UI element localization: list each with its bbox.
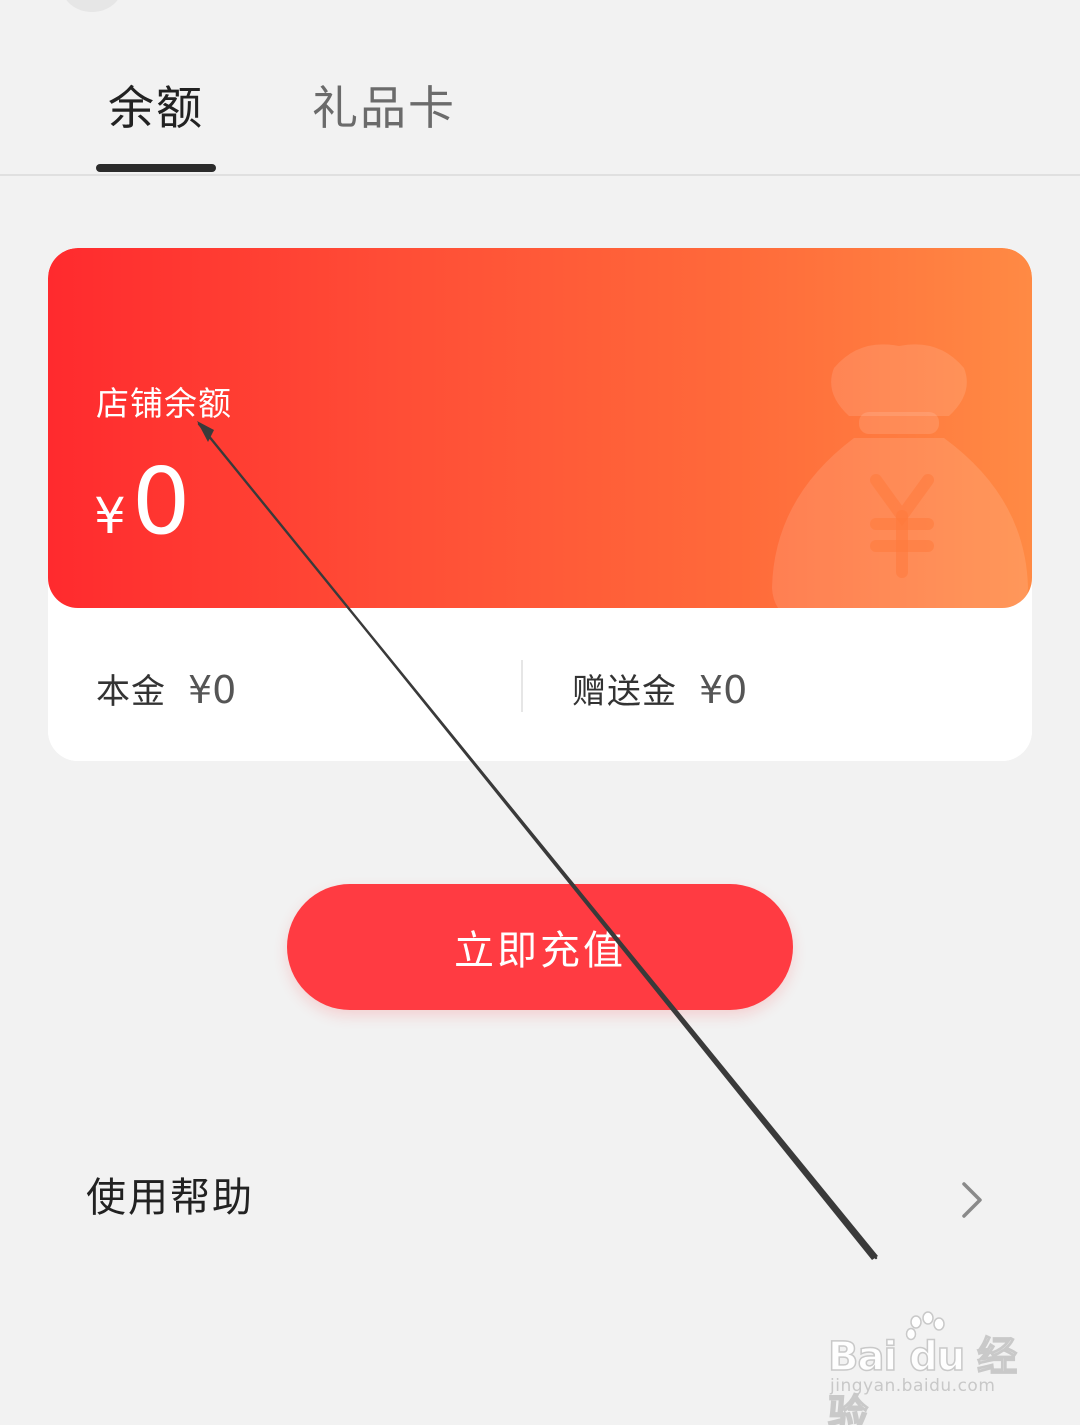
store-balance-label: 店铺余额 bbox=[96, 384, 232, 423]
balance-card-header: 店铺余额 ¥0 bbox=[48, 248, 1032, 608]
balance-page: 余额 礼品卡 店铺余额 ¥0 本金 ¥0 赠送金 ¥0 立即充值 使用帮助 Ba… bbox=[0, 0, 1080, 1425]
tab-divider bbox=[0, 174, 1080, 176]
paw-logo-icon bbox=[905, 1311, 945, 1341]
help-row[interactable]: 使用帮助 bbox=[0, 1150, 1080, 1246]
balance-card: 店铺余额 ¥0 本金 ¥0 赠送金 ¥0 bbox=[48, 248, 1032, 761]
active-tab-indicator bbox=[96, 164, 216, 172]
currency-symbol: ¥ bbox=[94, 487, 126, 545]
bonus-value: ¥0 bbox=[699, 668, 748, 712]
tab-gift-card[interactable]: 礼品卡 bbox=[312, 78, 456, 138]
balance-breakdown: 本金 ¥0 赠送金 ¥0 bbox=[48, 608, 1032, 761]
watermark-url: jingyan.baidu.com bbox=[830, 1376, 996, 1396]
bonus-item: 赠送金 ¥0 bbox=[572, 668, 747, 714]
bonus-label: 赠送金 bbox=[572, 672, 677, 712]
principal-value: ¥0 bbox=[188, 668, 237, 712]
principal-label: 本金 bbox=[96, 672, 166, 712]
breakdown-divider bbox=[521, 660, 523, 712]
principal-item: 本金 ¥0 bbox=[96, 668, 236, 714]
baidu-jingyan-watermark: Bai du 经验 jingyan.baidu.com bbox=[826, 1310, 1026, 1425]
store-balance-amount: ¥0 bbox=[94, 452, 190, 552]
tab-balance[interactable]: 余额 bbox=[108, 78, 204, 138]
money-bag-icon bbox=[772, 344, 1028, 608]
tab-bar: 余额 礼品卡 bbox=[0, 0, 1080, 176]
recharge-button[interactable]: 立即充值 bbox=[287, 884, 793, 1010]
recharge-button-label: 立即充值 bbox=[454, 928, 626, 974]
balance-value: 0 bbox=[131, 448, 191, 555]
help-label: 使用帮助 bbox=[86, 1175, 254, 1221]
chevron-right-icon bbox=[962, 1182, 982, 1218]
